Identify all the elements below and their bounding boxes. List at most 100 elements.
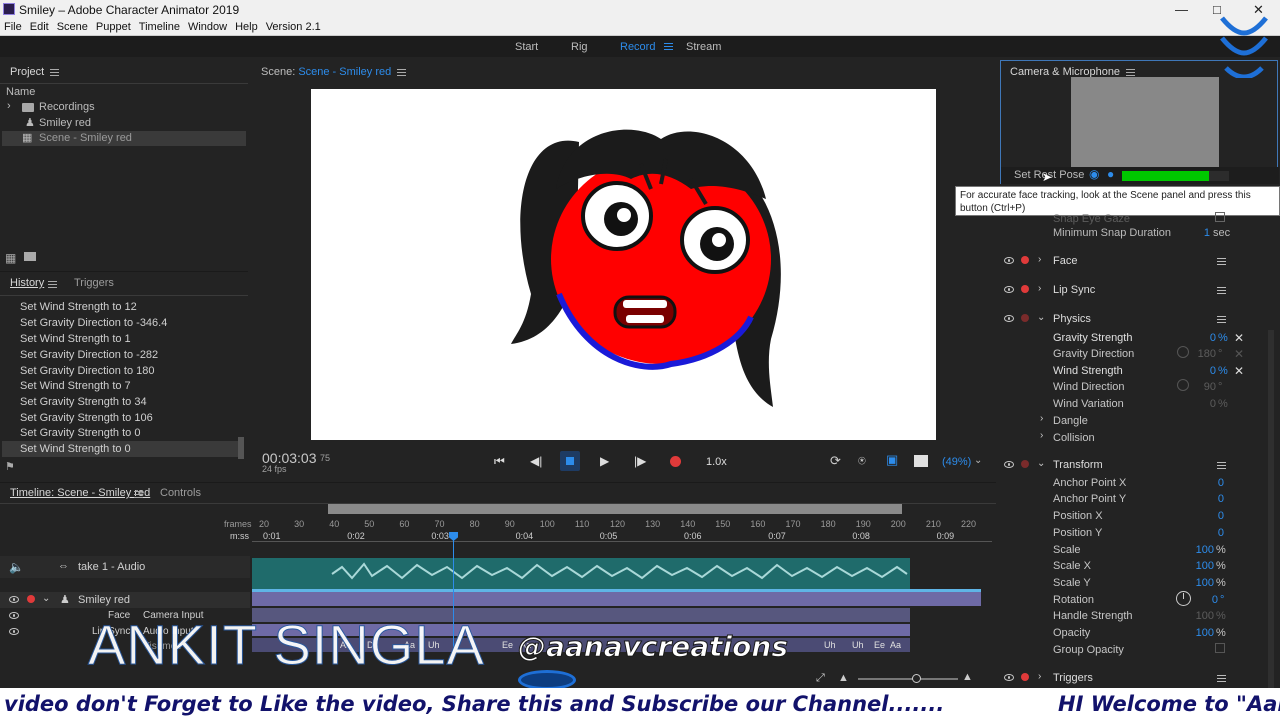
viseme-block[interactable]: Uh [852, 640, 864, 650]
record-arm-icon[interactable] [27, 595, 35, 603]
behavior-transform[interactable]: Transform [1053, 459, 1103, 471]
viseme-block[interactable]: Aa [890, 640, 901, 650]
position-x-value[interactable]: 0 [1196, 510, 1224, 522]
scale-x-value[interactable]: 100 [1190, 560, 1214, 572]
eye-visibility-icon[interactable] [9, 628, 19, 635]
history-item[interactable]: Set Gravity Direction to -346.4 [20, 317, 167, 329]
view-mode-icon[interactable]: ⍟ [858, 453, 866, 469]
behavior-physics[interactable]: Physics [1053, 313, 1091, 325]
microphone-icon[interactable]: ● [1107, 167, 1114, 181]
work-area-bar[interactable] [328, 504, 902, 514]
expand-chevron-icon[interactable]: › [1038, 283, 1041, 294]
history-item[interactable]: Set Gravity Strength to 106 [20, 412, 153, 424]
reset-x-icon[interactable]: ✕ [1234, 347, 1244, 361]
record-arm-icon[interactable] [1021, 673, 1029, 681]
scene-menu-icon[interactable] [397, 67, 407, 78]
history-item[interactable]: Set Wind Strength to 7 [20, 380, 131, 392]
tab-timeline[interactable]: Timeline: Scene - Smiley red [10, 487, 150, 499]
group-collision[interactable]: Collision [1053, 432, 1095, 444]
collapse-chevron-icon[interactable]: ⌄ [1037, 458, 1045, 469]
behavior-face[interactable]: Face [1053, 255, 1077, 267]
history-item[interactable]: Set Gravity Direction to 180 [20, 365, 155, 377]
new-folder-icon[interactable] [24, 252, 36, 261]
fit-timeline-icon[interactable]: ⤢ [816, 672, 825, 685]
camera-menu-icon[interactable] [1126, 67, 1136, 78]
eye-visibility-icon[interactable] [9, 612, 19, 619]
timeline-menu-icon[interactable] [134, 489, 143, 500]
anchor-x-value[interactable]: 0 [1196, 477, 1224, 489]
behavior-menu-icon[interactable] [1217, 256, 1226, 267]
eye-visibility-icon[interactable] [1004, 315, 1014, 322]
history-item-selected[interactable]: Set Wind Strength to 0 [20, 443, 131, 455]
menu-timeline[interactable]: Timeline [135, 19, 184, 33]
record-arm-icon[interactable] [1021, 256, 1029, 264]
eye-visibility-icon[interactable] [1004, 674, 1014, 681]
project-menu-icon[interactable] [50, 67, 60, 78]
step-forward-icon[interactable]: |▶ [634, 454, 646, 468]
menu-puppet[interactable]: Puppet [92, 19, 135, 33]
workspace-start[interactable]: Start [515, 41, 538, 53]
audio-clip[interactable] [252, 558, 910, 590]
reset-x-icon[interactable]: ✕ [1234, 331, 1244, 345]
play-icon[interactable]: ▶ [600, 454, 609, 468]
min-snap-value[interactable]: 1 [1196, 227, 1210, 239]
camera-toggle-icon[interactable]: ◉ [1089, 167, 1099, 181]
menu-scene[interactable]: Scene [53, 19, 92, 33]
behavior-menu-icon[interactable] [1217, 285, 1226, 296]
tab-triggers[interactable]: Triggers [74, 277, 114, 289]
gravity-strength-value[interactable]: 0 [1196, 332, 1216, 344]
history-item[interactable]: Set Gravity Strength to 34 [20, 396, 147, 408]
zoom-slider-handle[interactable] [912, 674, 921, 683]
eye-visibility-icon[interactable] [1004, 286, 1014, 293]
expand-chevron-icon[interactable]: › [1040, 430, 1043, 441]
record-arm-icon[interactable] [1021, 460, 1029, 468]
collapse-chevron-icon[interactable]: ⌄ [42, 593, 50, 604]
minimize-icon[interactable]: — [1175, 2, 1188, 17]
menu-edit[interactable]: Edit [26, 19, 53, 33]
group-dangle[interactable]: Dangle [1053, 415, 1088, 427]
position-y-value[interactable]: 0 [1196, 527, 1224, 539]
history-item[interactable]: Set Gravity Direction to -282 [20, 349, 158, 361]
tab-history[interactable]: History [10, 277, 44, 289]
scale-y-value[interactable]: 100 [1190, 577, 1214, 589]
history-item[interactable]: Set Wind Strength to 12 [20, 301, 137, 313]
menu-window[interactable]: Window [184, 19, 231, 33]
tab-controls[interactable]: Controls [160, 487, 201, 499]
zoom-level[interactable]: (49%) [942, 456, 971, 468]
behavior-menu-icon[interactable] [1217, 314, 1226, 325]
history-item[interactable]: Set Gravity Strength to 0 [20, 427, 140, 439]
properties-scrollbar[interactable] [1268, 330, 1274, 690]
behavior-menu-icon[interactable] [1217, 460, 1226, 471]
step-back-icon[interactable]: ◀| [530, 454, 542, 468]
stop-button[interactable] [560, 451, 580, 471]
viseme-block[interactable]: Ee [502, 640, 513, 650]
viseme-block[interactable]: Uh [824, 640, 836, 650]
scene-canvas[interactable] [311, 89, 936, 440]
project-item-scene[interactable]: ▦ Scene - Smiley red [2, 131, 246, 146]
expand-chevron-icon[interactable]: › [1038, 671, 1041, 682]
workspace-menu-icon[interactable] [664, 41, 673, 52]
camera-view-icon[interactable]: ▣ [886, 452, 898, 468]
dial-icon[interactable] [1177, 379, 1189, 391]
behavior-triggers[interactable]: Triggers [1053, 672, 1093, 684]
zoom-in-icon[interactable]: ▲ [962, 671, 973, 683]
track-audio-label[interactable]: take 1 - Audio [78, 561, 145, 573]
smiley-puppet[interactable] [311, 89, 936, 440]
zoom-slider[interactable] [858, 678, 958, 680]
scale-value[interactable]: 100 [1190, 544, 1214, 556]
history-menu-icon[interactable] [48, 279, 57, 290]
reset-x-icon[interactable]: ✕ [1234, 364, 1244, 378]
puppet-clip[interactable] [252, 592, 981, 606]
eye-visibility-icon[interactable] [1004, 257, 1014, 264]
workspace-record[interactable]: Record [620, 41, 655, 53]
speaker-icon[interactable]: 🔈 [9, 560, 24, 574]
behavior-lip-sync[interactable]: Lip Sync [1053, 284, 1095, 296]
menu-help[interactable]: Help [231, 19, 262, 33]
menu-version[interactable]: Version 2.1 [262, 19, 325, 33]
expand-chevron-icon[interactable]: › [1040, 413, 1043, 424]
snap-eye-gaze-checkbox[interactable] [1215, 212, 1225, 222]
track-puppet-label[interactable]: Smiley red [78, 594, 130, 606]
expand-chevron-icon[interactable]: › [1038, 254, 1041, 265]
record-arm-icon[interactable] [1021, 314, 1029, 322]
eye-visibility-icon[interactable] [1004, 461, 1014, 468]
